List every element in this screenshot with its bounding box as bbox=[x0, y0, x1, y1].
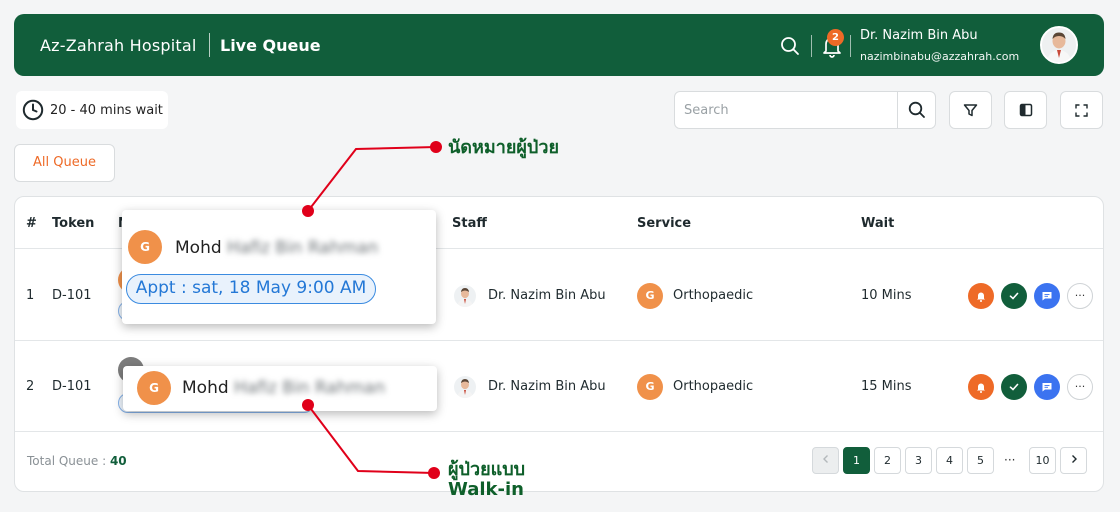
bell-icon bbox=[977, 383, 985, 393]
total-queue: Total Queue : 40 bbox=[27, 454, 127, 468]
row-staff: Dr. Nazim Bin Abu bbox=[488, 288, 606, 303]
fullscreen-icon bbox=[1075, 103, 1088, 117]
check-icon bbox=[1009, 292, 1019, 300]
page-button-last[interactable]: 10 bbox=[1029, 447, 1056, 474]
search-icon[interactable] bbox=[780, 36, 800, 56]
wait-time-chip: 20 - 40 mins wait bbox=[16, 91, 168, 129]
patient-name: Mohd Hafiz Bin Rahman bbox=[175, 238, 378, 258]
header-staff: Staff bbox=[452, 216, 487, 231]
service-badge: G bbox=[637, 283, 663, 309]
user-avatar[interactable] bbox=[1040, 26, 1078, 64]
chevron-left-icon bbox=[822, 455, 828, 463]
bell-icon bbox=[977, 292, 985, 302]
fullscreen-button[interactable] bbox=[1060, 91, 1103, 129]
all-queue-filter[interactable]: All Queue bbox=[14, 144, 115, 182]
patient-first-name: Mohd bbox=[182, 378, 229, 398]
prev-page-button[interactable] bbox=[812, 447, 839, 474]
check-icon bbox=[1009, 383, 1019, 391]
total-queue-label: Total Queue : bbox=[27, 454, 110, 468]
notification-badge: 2 bbox=[827, 29, 844, 46]
chat-button[interactable] bbox=[1034, 374, 1060, 400]
live-queue-page: Az-Zahrah Hospital Live Queue 2 Dr. Nazi… bbox=[0, 0, 1120, 512]
row-service: Orthopaedic bbox=[673, 288, 754, 303]
patient-name-blurred: Hafiz Bin Rahman bbox=[227, 238, 379, 258]
page-button-4[interactable]: 4 bbox=[936, 447, 963, 474]
next-page-button[interactable] bbox=[1060, 447, 1087, 474]
walkin-patient-popup: G Mohd Hafiz Bin Rahman bbox=[123, 366, 437, 411]
patient-name: Mohd Hafiz Bin Rahman bbox=[182, 378, 385, 398]
patient-first-name: Mohd bbox=[175, 238, 222, 258]
patient-avatar: G bbox=[128, 230, 162, 264]
row-index: 1 bbox=[26, 288, 35, 303]
notify-button[interactable] bbox=[968, 283, 994, 309]
search-button[interactable] bbox=[897, 92, 936, 128]
search-icon bbox=[908, 101, 925, 118]
clock-icon bbox=[22, 99, 44, 121]
appointment-annotation: นัดหมายผู้ป่วย bbox=[448, 137, 560, 158]
filter-button[interactable] bbox=[949, 91, 992, 129]
row-staff: Dr. Nazim Bin Abu bbox=[488, 379, 606, 394]
search-box bbox=[674, 91, 936, 129]
header-service: Service bbox=[637, 216, 692, 231]
appointment-patient-popup: G Mohd Hafiz Bin Rahman Appt : sat, 18 M… bbox=[122, 210, 436, 324]
page-button-5[interactable]: 5 bbox=[967, 447, 994, 474]
page-ellipsis: ··· bbox=[1004, 453, 1016, 467]
staff-avatar bbox=[454, 285, 476, 307]
row-divider bbox=[15, 431, 1103, 432]
more-options-button[interactable]: ··· bbox=[1067, 283, 1093, 309]
total-queue-value: 40 bbox=[109, 454, 127, 468]
row-token: D-101 bbox=[52, 288, 92, 303]
row-wait: 15 Mins bbox=[861, 379, 912, 394]
row-token: D-101 bbox=[52, 379, 92, 394]
row-service: Orthopaedic bbox=[673, 379, 754, 394]
row-index: 2 bbox=[26, 379, 35, 394]
row-divider bbox=[15, 340, 1103, 341]
top-header: Az-Zahrah Hospital Live Queue 2 Dr. Nazi… bbox=[14, 14, 1104, 76]
header-token: Token bbox=[52, 216, 95, 231]
header-divider bbox=[209, 33, 210, 57]
columns-icon bbox=[1019, 103, 1032, 117]
walkin-annotation-line2: Walk-in bbox=[448, 479, 524, 500]
header-wait: Wait bbox=[861, 216, 895, 231]
patient-name-blurred: Hafiz Bin Rahman bbox=[234, 378, 386, 398]
patient-avatar: G bbox=[137, 371, 171, 405]
appointment-tag: Appt : sat, 18 May 9:00 AM bbox=[126, 274, 376, 304]
complete-button[interactable] bbox=[1001, 374, 1027, 400]
chat-icon bbox=[1042, 292, 1052, 301]
user-name: Dr. Nazim Bin Abu bbox=[860, 28, 978, 43]
notify-button[interactable] bbox=[968, 374, 994, 400]
service-badge: G bbox=[637, 374, 663, 400]
wait-time-text: 20 - 40 mins wait bbox=[50, 103, 163, 118]
search-input[interactable] bbox=[675, 92, 897, 128]
page-title: Live Queue bbox=[220, 36, 321, 55]
chat-button[interactable] bbox=[1034, 283, 1060, 309]
hospital-name: Az-Zahrah Hospital bbox=[40, 36, 197, 55]
chat-icon bbox=[1042, 383, 1052, 392]
column-toggle-button[interactable] bbox=[1004, 91, 1047, 129]
user-email: nazimbinabu@azzahrah.com bbox=[860, 50, 1020, 63]
page-button-3[interactable]: 3 bbox=[905, 447, 932, 474]
row-wait: 10 Mins bbox=[861, 288, 912, 303]
header-divider bbox=[811, 35, 812, 57]
filter-icon bbox=[963, 103, 978, 116]
more-options-button[interactable]: ··· bbox=[1067, 374, 1093, 400]
complete-button[interactable] bbox=[1001, 283, 1027, 309]
header-index: # bbox=[26, 216, 37, 231]
page-button-2[interactable]: 2 bbox=[874, 447, 901, 474]
header-divider bbox=[850, 35, 851, 57]
walkin-annotation-line1: ผู้ป่วยแบบ bbox=[448, 459, 526, 480]
chevron-right-icon bbox=[1071, 455, 1077, 463]
staff-avatar bbox=[454, 376, 476, 398]
page-button-1[interactable]: 1 bbox=[843, 447, 870, 474]
